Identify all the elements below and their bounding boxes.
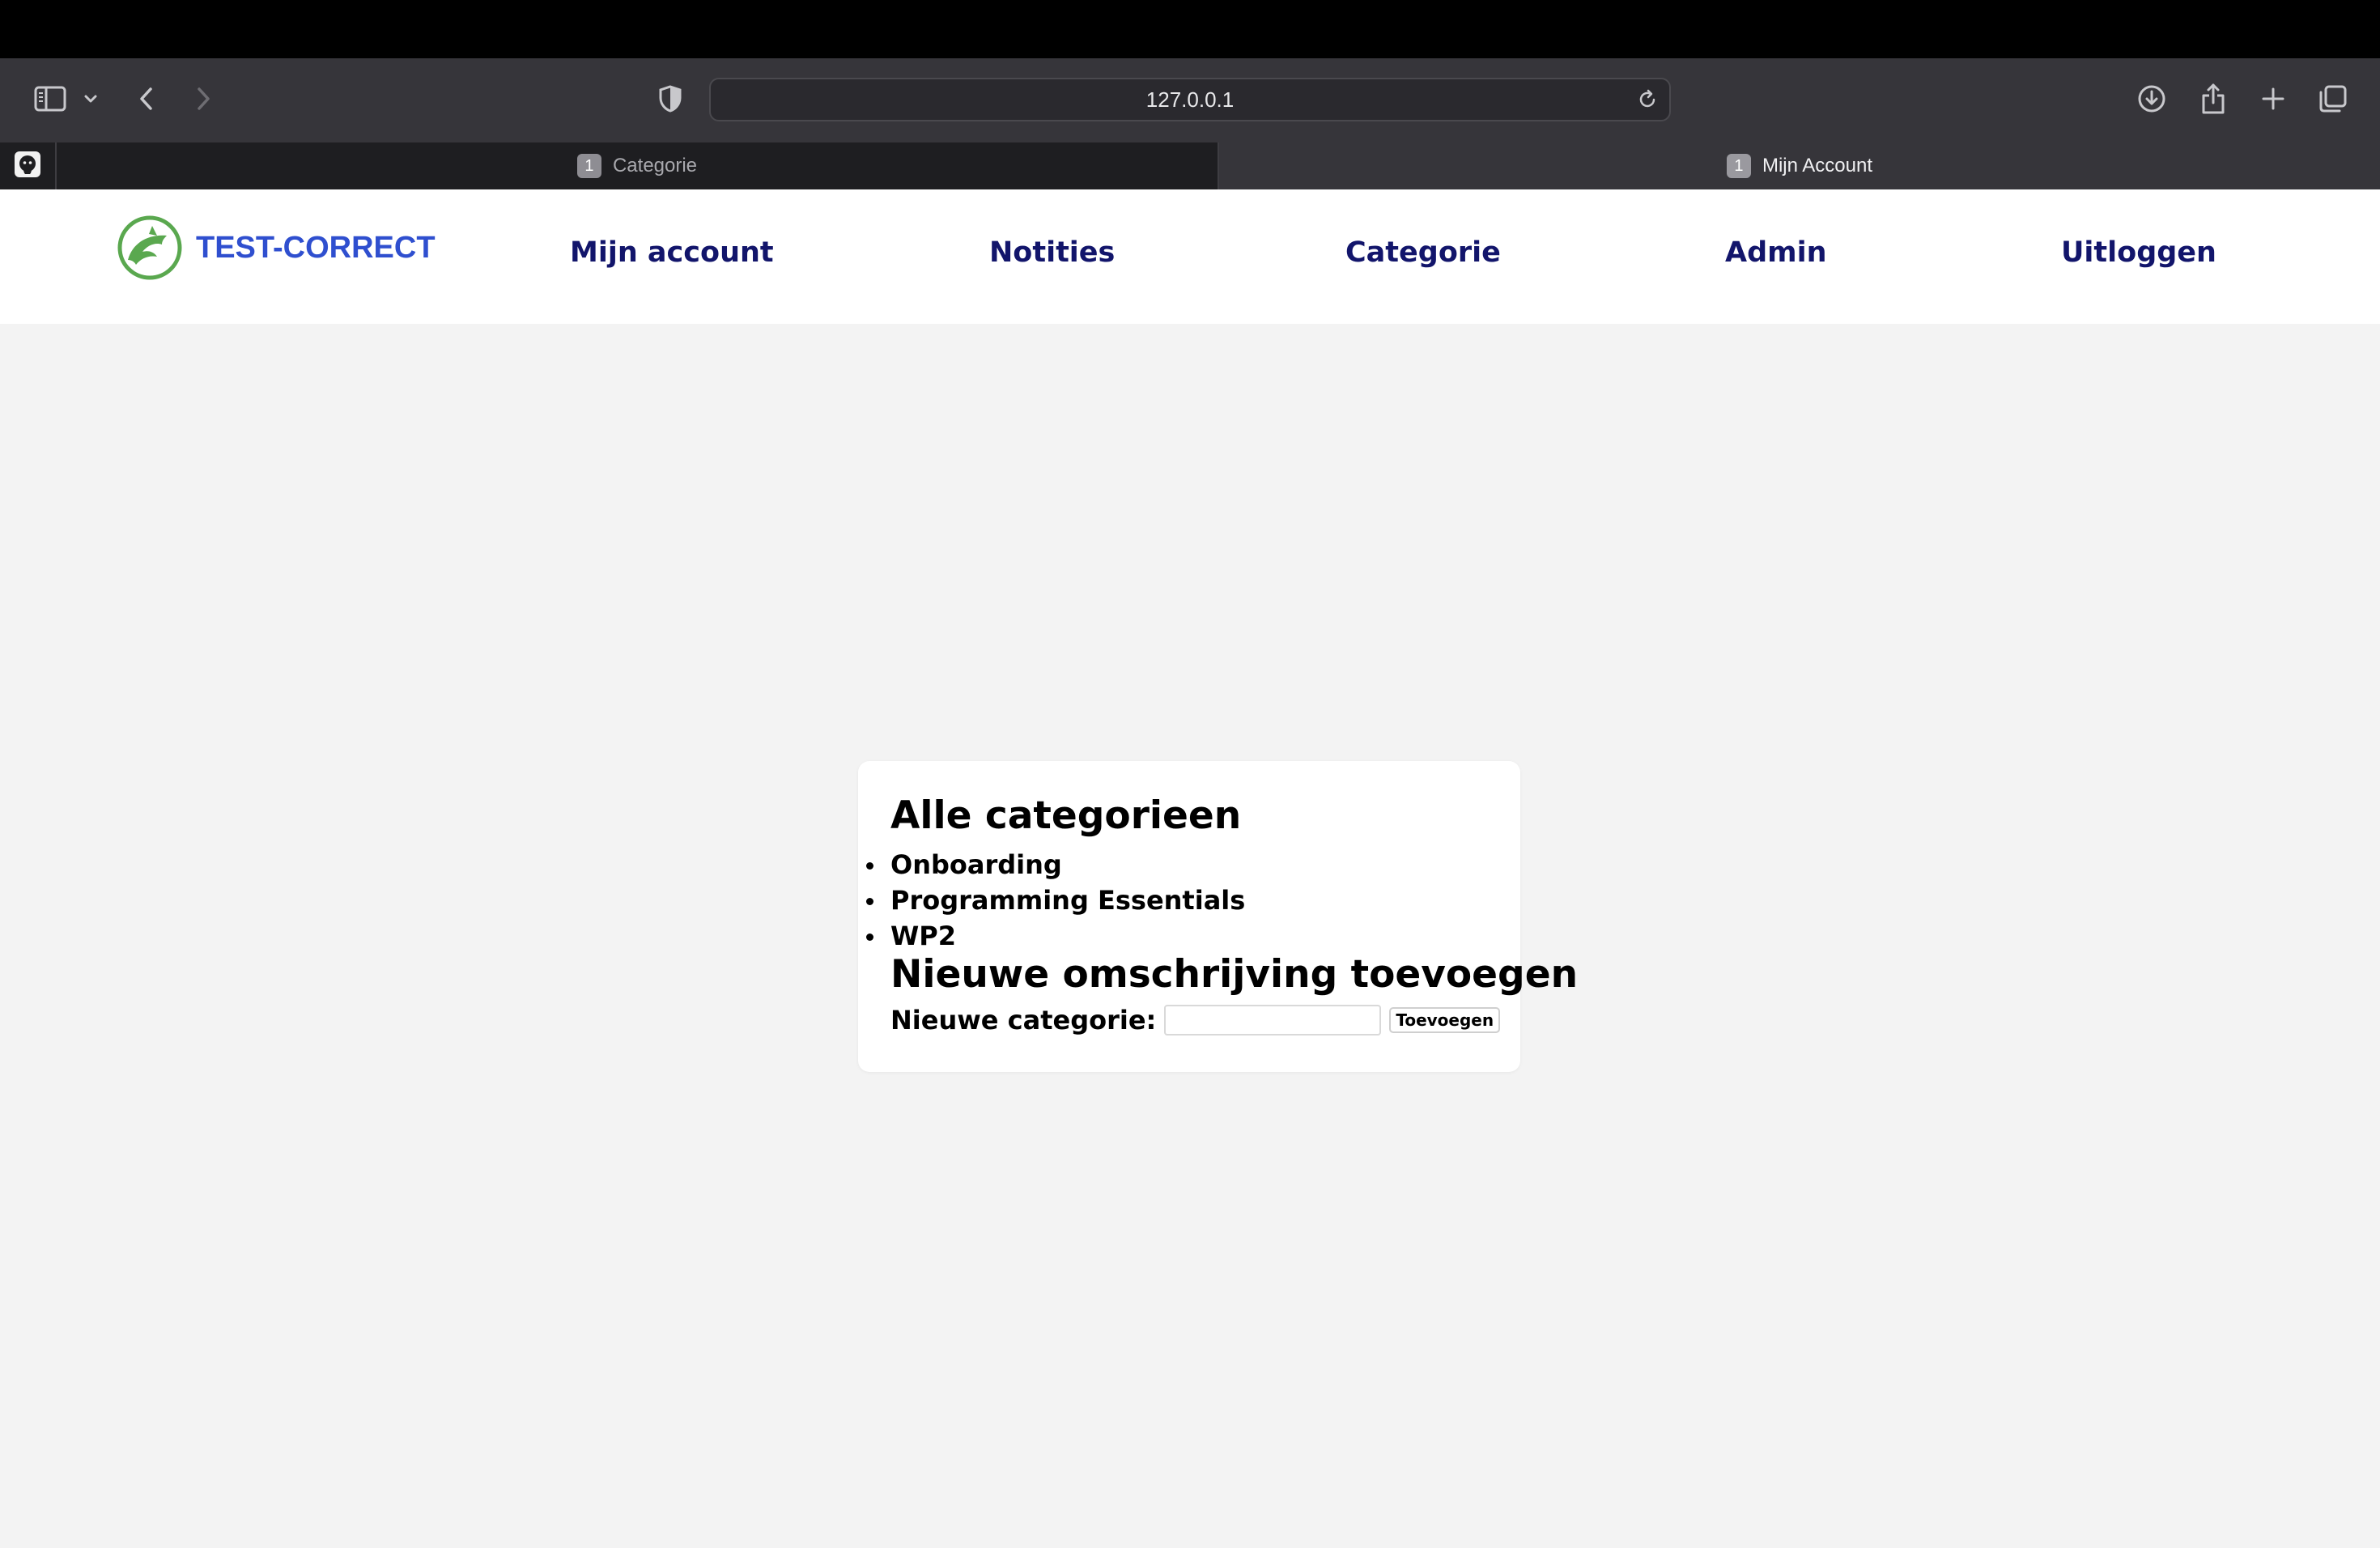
nav-notities[interactable]: Notities xyxy=(989,236,1115,269)
tab-badge: 1 xyxy=(576,154,601,178)
tab-badge: 1 xyxy=(1726,154,1751,178)
share-icon[interactable] xyxy=(2197,81,2229,117)
pinned-tab-github[interactable] xyxy=(0,142,57,189)
nav-mijn-account[interactable]: Mijn account xyxy=(570,236,774,269)
tab-categorie[interactable]: 1 Categorie xyxy=(57,142,1219,189)
plus-icon[interactable] xyxy=(2257,83,2289,115)
tab-label: Categorie xyxy=(612,155,698,176)
tab-label: Mijn Account xyxy=(1762,155,1873,176)
shield-icon[interactable] xyxy=(656,83,685,115)
download-icon[interactable] xyxy=(2136,83,2168,115)
forward-icon[interactable] xyxy=(191,83,215,115)
nav-uitloggen[interactable]: Uitloggen xyxy=(2061,236,2216,269)
tab-bar: 1 Categorie 1 Mijn Account xyxy=(0,142,2380,189)
reload-icon[interactable] xyxy=(1635,87,1660,112)
logo[interactable]: TEST-CORRECT xyxy=(117,214,436,282)
address-bar[interactable]: 127.0.0.1 xyxy=(709,78,1671,121)
sidebar-icon[interactable] xyxy=(32,83,68,115)
site-header: TEST-CORRECT Mijn account Notities Categ… xyxy=(0,189,2380,324)
browser-toolbar: 127.0.0.1 xyxy=(0,58,2380,142)
add-category-form: Nieuwe categorie: Toevoegen xyxy=(890,1002,1501,1038)
tab-mijn-account[interactable]: 1 Mijn Account xyxy=(1219,142,2380,189)
tabs-overview-icon[interactable] xyxy=(2317,83,2349,115)
list-item: Onboarding xyxy=(865,847,1245,882)
category-list: Onboarding Programming Essentials WP2 xyxy=(865,847,1245,954)
url-text: 127.0.0.1 xyxy=(1145,87,1235,112)
new-category-label: Nieuwe categorie: xyxy=(890,1005,1157,1036)
nav-categorie[interactable]: Categorie xyxy=(1345,236,1501,269)
new-category-input[interactable] xyxy=(1164,1005,1382,1036)
chevron-down-icon[interactable] xyxy=(81,89,100,108)
section-title: Nieuwe omschrijving toevoegen xyxy=(890,952,1579,997)
back-icon[interactable] xyxy=(134,83,159,115)
nav-admin[interactable]: Admin xyxy=(1725,236,1827,269)
list-item: Programming Essentials xyxy=(865,882,1245,918)
list-item: WP2 xyxy=(865,918,1245,954)
dolphin-logo-icon xyxy=(117,215,182,280)
logo-text: TEST-CORRECT xyxy=(196,230,436,265)
category-card: Alle categorieen Onboarding Programming … xyxy=(858,761,1578,1072)
menu-bar xyxy=(0,0,2380,58)
add-button[interactable]: Toevoegen xyxy=(1389,1007,1501,1033)
page-title: Alle categorieen xyxy=(890,793,1242,838)
github-icon xyxy=(14,151,41,181)
